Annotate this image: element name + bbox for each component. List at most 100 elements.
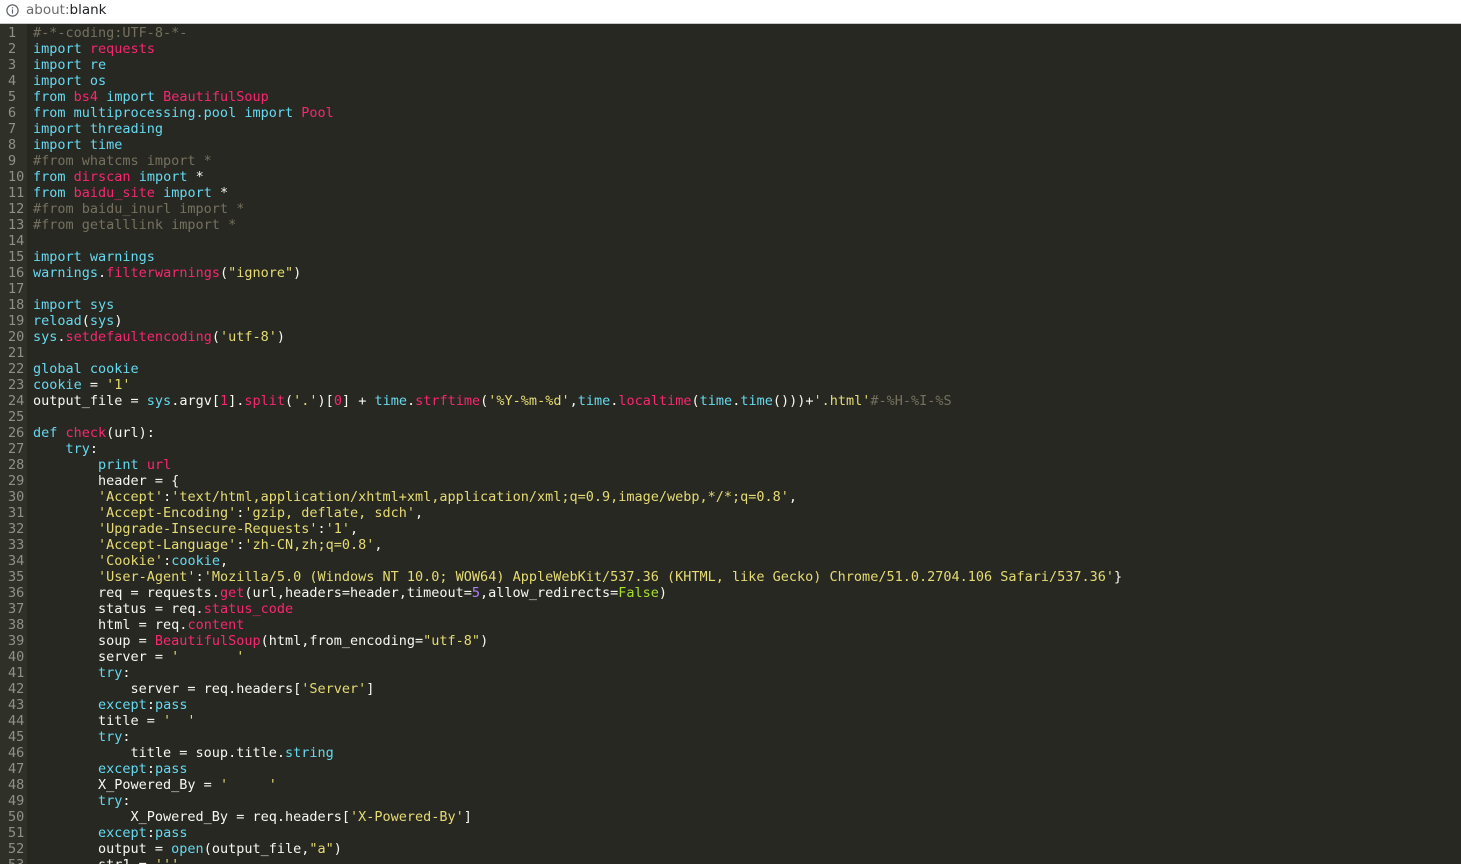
address-bar[interactable]: about:blank — [0, 0, 1461, 24]
code-line[interactable]: 44 title = ' ' — [0, 713, 1461, 729]
code-token: import time — [33, 137, 123, 153]
code-line[interactable]: 17 — [0, 281, 1461, 297]
code-line[interactable]: 47 except:pass — [0, 761, 1461, 777]
code-line[interactable]: 27 try: — [0, 441, 1461, 457]
info-icon[interactable] — [6, 4, 19, 17]
code-token: try — [98, 793, 123, 809]
code-line[interactable]: 42 server = req.headers['Server'] — [0, 681, 1461, 697]
code-line[interactable]: 5 from bs4 import BeautifulSoup — [0, 89, 1461, 105]
code-line[interactable]: 49 try: — [0, 793, 1461, 809]
code-line[interactable]: 31 'Accept-Encoding':'gzip, deflate, sdc… — [0, 505, 1461, 521]
code-line[interactable]: 16 warnings.filterwarnings("ignore") — [0, 265, 1461, 281]
line-number: 11 — [8, 185, 25, 201]
code-token: ) — [480, 633, 489, 649]
code-line[interactable]: 32 'Upgrade-Insecure-Requests':'1', — [0, 521, 1461, 537]
code-token: strftime — [415, 393, 481, 409]
code-text: try: — [33, 665, 131, 681]
code-line[interactable]: 53 str1 = ''' — [0, 857, 1461, 864]
line-number: 33 — [8, 537, 25, 553]
code-line[interactable]: 26 def check(url): — [0, 425, 1461, 441]
code-line[interactable]: 1 #-*-coding:UTF-8-*- — [0, 25, 1461, 41]
code-line[interactable]: 50 X_Powered_By = req.headers['X-Powered… — [0, 809, 1461, 825]
url-text[interactable]: about:blank — [26, 2, 106, 19]
code-line[interactable]: 30 'Accept':'text/html,application/xhtml… — [0, 489, 1461, 505]
code-line[interactable]: 10 from dirscan import * — [0, 169, 1461, 185]
code-line[interactable]: 25 — [0, 409, 1461, 425]
line-number: 24 — [8, 393, 25, 409]
code-line[interactable]: 41 try: — [0, 665, 1461, 681]
code-line[interactable]: 4 import os — [0, 73, 1461, 89]
code-line[interactable]: 28 print url — [0, 457, 1461, 473]
code-line[interactable]: 19 reload(sys) — [0, 313, 1461, 329]
code-token: content — [187, 617, 245, 633]
code-token: Pool — [301, 105, 334, 121]
code-line[interactable]: 24 output_file = sys.argv[1].split('.')[0… — [0, 393, 1461, 409]
code-token: '.html' — [813, 393, 871, 409]
code-line[interactable]: 7 import threading — [0, 121, 1461, 137]
code-line[interactable]: 13 #from getalllink import * — [0, 217, 1461, 233]
code-token: '%Y-%m-%d' — [488, 393, 570, 409]
code-text: title = ' ' — [33, 713, 196, 729]
code-line[interactable]: 18 import sys — [0, 297, 1461, 313]
code-line[interactable]: 37 status = req.status_code — [0, 601, 1461, 617]
code-text: global cookie — [33, 361, 139, 377]
code-line[interactable]: 11 from baidu_site import * — [0, 185, 1461, 201]
code-token: cookie — [33, 377, 82, 393]
code-text: html = req.content — [33, 617, 244, 633]
code-token: ) — [293, 265, 302, 281]
code-text: from multiprocessing.pool import Pool — [33, 105, 334, 121]
code-text: 'Cookie':cookie, — [33, 553, 228, 569]
code-line[interactable]: 33 'Accept-Language':'zh-CN,zh;q=0.8', — [0, 537, 1461, 553]
code-line[interactable]: 20 sys.setdefaultencoding('utf-8') — [0, 329, 1461, 345]
code-token: warnings — [33, 265, 99, 281]
code-token: , — [569, 393, 578, 409]
code-line[interactable]: 29 header = { — [0, 473, 1461, 489]
code-line[interactable]: 36 req = requests.get(url,headers=header… — [0, 585, 1461, 601]
code-token: 'X-Powered-By' — [349, 809, 464, 825]
code-line[interactable]: 35 'User-Agent':'Mozilla/5.0 (Windows NT… — [0, 569, 1461, 585]
code-line[interactable]: 40 server = ' ' — [0, 649, 1461, 665]
code-editor[interactable]: 1 #-*-coding:UTF-8-*- 2 import requests 3 imp… — [0, 24, 1461, 864]
code-token: open — [171, 841, 204, 857]
code-line[interactable]: 22 global cookie — [0, 361, 1461, 377]
code-text: X_Powered_By = ' ' — [33, 777, 277, 793]
code-text: import warnings — [33, 249, 155, 265]
code-line[interactable]: 9 #from whatcms import * — [0, 153, 1461, 169]
code-line[interactable]: 6 from multiprocessing.pool import Pool — [0, 105, 1461, 121]
line-number: 14 — [8, 233, 25, 249]
code-line[interactable]: 23 cookie = '1' — [0, 377, 1461, 393]
code-token: 5 — [471, 585, 481, 601]
line-number: 46 — [8, 745, 25, 761]
code-text: except:pass — [33, 697, 187, 713]
code-text: 'Accept-Encoding':'gzip, deflate, sdch', — [33, 505, 423, 521]
code-text: str1 = ''' — [33, 857, 179, 864]
code-line[interactable]: 51 except:pass — [0, 825, 1461, 841]
code-line[interactable]: 46 title = soup.title.string — [0, 745, 1461, 761]
code-line[interactable]: 39 soup = BeautifulSoup(html,from_encodi… — [0, 633, 1461, 649]
code-line[interactable]: 3 import re — [0, 57, 1461, 73]
code-line[interactable]: 15 import warnings — [0, 249, 1461, 265]
code-line[interactable]: 48 X_Powered_By = ' ' — [0, 777, 1461, 793]
code-line[interactable]: 12 #from baidu_inurl import * — [0, 201, 1461, 217]
code-line[interactable]: 43 except:pass — [0, 697, 1461, 713]
code-line[interactable]: 45 try: — [0, 729, 1461, 745]
code-line[interactable]: 34 'Cookie':cookie, — [0, 553, 1461, 569]
code-line[interactable]: 21 — [0, 345, 1461, 361]
code-line[interactable]: 52 output = open(output_file,"a") — [0, 841, 1461, 857]
code-line[interactable]: 38 html = req.content — [0, 617, 1461, 633]
line-number: 15 — [8, 249, 25, 265]
code-line[interactable]: 2 import requests — [0, 41, 1461, 57]
code-token: ,allow_redirects= — [480, 585, 619, 601]
code-token: . — [57, 329, 66, 345]
line-number: 29 — [8, 473, 25, 489]
line-number: 50 — [8, 809, 25, 825]
code-token: : — [195, 569, 204, 585]
code-line[interactable]: 14 — [0, 233, 1461, 249]
code-line[interactable]: 8 import time — [0, 137, 1461, 153]
